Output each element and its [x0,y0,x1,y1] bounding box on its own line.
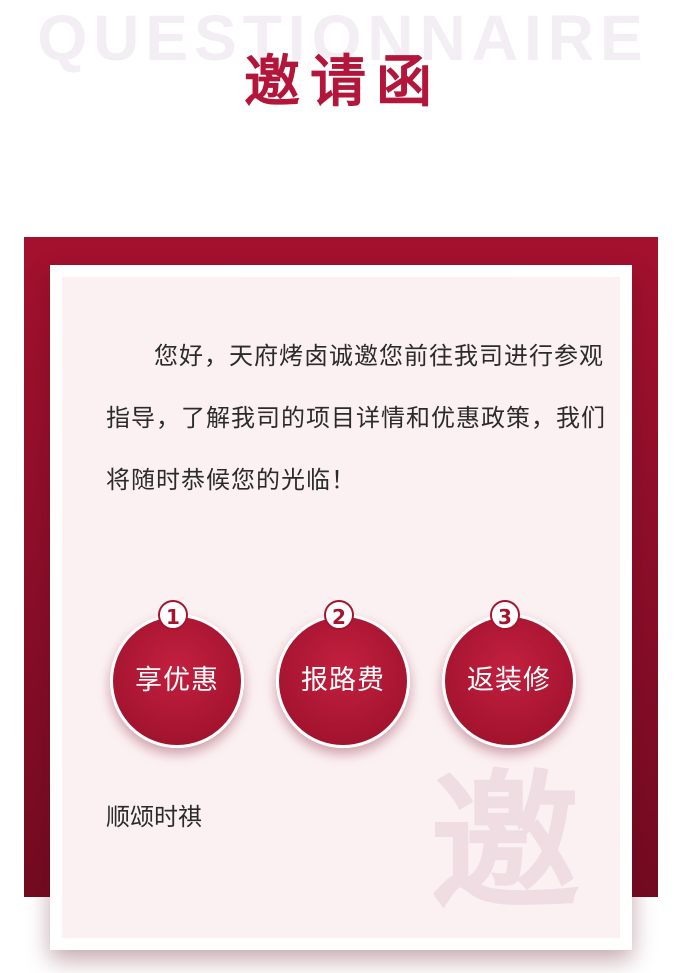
benefit-number-badge: 3 [490,600,520,630]
invitation-intro-text: 您好，天府烤卤诚邀您前往我司进行参观指导，了解我司的项目详情和优惠政策，我们将随… [106,342,606,494]
benefit-item-2: 报路费 2 [276,600,416,748]
closing-text: 顺颂时祺 [106,803,202,831]
benefit-item-1: 享优惠 1 [110,600,250,748]
invitation-card: 您好，天府烤卤诚邀您前往我司进行参观指导，了解我司的项目详情和优惠政策，我们将随… [50,265,632,950]
benefit-circle: 报路费 [276,614,410,748]
benefit-circle: 返装修 [442,614,576,748]
benefit-number-badge: 1 [158,600,188,630]
benefit-list: 享优惠 1 报路费 2 返装修 3 [110,600,582,748]
page-title: 邀请函 [244,49,442,115]
benefit-item-3: 返装修 3 [442,600,582,748]
decorative-calligraphy-char: 邀 [429,755,580,931]
benefit-number-badge: 2 [324,600,354,630]
benefit-circle: 享优惠 [110,614,244,748]
invitation-card-body: 您好，天府烤卤诚邀您前往我司进行参观指导，了解我司的项目详情和优惠政策，我们将随… [62,277,620,938]
